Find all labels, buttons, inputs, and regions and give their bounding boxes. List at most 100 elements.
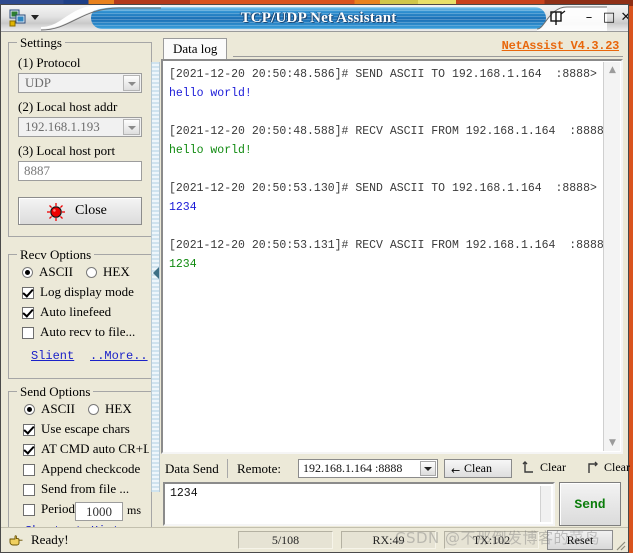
chevron-down-icon[interactable] [420, 461, 436, 476]
tab-strip: Data log NetAssist V4.3.23 [161, 36, 623, 60]
tab-data-log[interactable]: Data log [163, 38, 228, 60]
use-escape-chars-checkbox[interactable] [23, 424, 35, 436]
application-window: TCP/UDP Net Assistant – □ ✕ Settings (1)… [0, 4, 630, 553]
protocol-label: (1) Protocol [18, 55, 81, 70]
clear-send-label: Clear [604, 460, 630, 474]
clean-button[interactable]: ← Clean [444, 459, 512, 478]
local-host-addr-select[interactable]: 192.168.1.193 [18, 117, 142, 137]
chevron-down-icon[interactable] [123, 119, 140, 135]
log-display-mode-label: Log display mode [40, 284, 134, 299]
version-link[interactable]: NetAssist V4.3.23 [502, 39, 620, 53]
left-settings-panel: Settings (1) Protocol UDP (2) Local host… [8, 35, 152, 546]
reset-button[interactable]: Reset [547, 530, 613, 550]
send-hex-radio[interactable] [88, 404, 99, 415]
app-icon[interactable] [9, 9, 27, 27]
protocol-value: UDP [25, 75, 52, 90]
pin-icon[interactable] [547, 9, 567, 27]
clear-recv-button[interactable]: Clear [522, 459, 580, 478]
data-log-view[interactable]: [2021-12-20 20:50:48.586]# SEND ASCII TO… [161, 59, 623, 454]
clear-down-arrow-icon [522, 461, 533, 473]
panel-splitter[interactable] [151, 62, 160, 492]
log-display-mode-checkbox[interactable] [22, 287, 34, 299]
status-bar: Ready! 5/108 RX:49 TX:102 Reset [1, 527, 628, 552]
scroll-down-icon[interactable]: ▼ [604, 435, 621, 451]
send-area: 1234 Send [161, 482, 623, 527]
period-input[interactable]: 1000 [75, 502, 123, 521]
log-line-send: 1234 [169, 201, 197, 214]
send-from-file-checkbox[interactable] [23, 484, 35, 496]
local-host-port-value: 8887 [24, 163, 50, 178]
period-unit-label: ms [127, 503, 142, 517]
log-line-ts: [2021-12-20 20:50:53.130]# SEND ASCII TO… [169, 182, 597, 195]
scroll-up-icon[interactable]: ▲ [604, 62, 621, 78]
recv-hex-radio[interactable] [86, 267, 97, 278]
clean-button-label: Clean [464, 461, 492, 475]
status-tx-value: TX:102 [472, 533, 511, 547]
clear-send-button[interactable]: Clear [586, 459, 633, 478]
chevron-down-icon[interactable] [123, 75, 140, 91]
left-arrow-icon: ← [451, 464, 461, 477]
connection-toggle-button[interactable]: Close [18, 197, 142, 225]
send-button-label: Send [574, 497, 606, 512]
status-ready-text: Ready! [31, 532, 69, 547]
toolbar-divider [227, 459, 228, 478]
log-line-send: hello world! [169, 87, 252, 100]
append-checkcode-checkbox[interactable] [23, 464, 35, 476]
recv-ascii-radio[interactable] [22, 267, 33, 278]
recv-ascii-label: ASCII [39, 264, 73, 279]
led-indicator-icon [47, 203, 65, 221]
clear-recv-label: Clear [540, 460, 566, 474]
data-send-label: Data Send [165, 461, 219, 476]
log-line-ts: [2021-12-20 20:50:48.586]# SEND ASCII TO… [169, 68, 597, 81]
pointing-hand-icon [9, 535, 23, 546]
settings-group: Settings (1) Protocol UDP (2) Local host… [8, 35, 152, 237]
recv-hex-label: HEX [103, 264, 130, 279]
title-bar: TCP/UDP Net Assistant – □ ✕ [1, 5, 628, 32]
period-value: 1000 [86, 504, 112, 519]
log-line-recv: hello world! [169, 144, 252, 157]
remote-label: Remote: [237, 461, 282, 476]
send-text-input[interactable]: 1234 [163, 482, 555, 526]
local-host-port-input[interactable]: 8887 [18, 161, 142, 181]
send-text-value: 1234 [170, 487, 198, 500]
send-options-group: Send Options ASCII HEX Use escape chars … [8, 384, 152, 546]
local-host-addr-value: 192.168.1.193 [25, 119, 100, 134]
at-cmd-auto-crlf-label: AT CMD auto CR+LF [41, 441, 149, 456]
send-toolbar: Data Send Remote: 192.168.1.164 :8888 ← … [161, 459, 630, 481]
reset-button-label: Reset [566, 533, 594, 547]
auto-linefeed-checkbox[interactable] [22, 307, 34, 319]
minimize-button[interactable]: – [579, 8, 599, 27]
silent-link[interactable]: Slient [31, 349, 74, 363]
send-from-file-label: Send from file ... [41, 481, 130, 496]
close-window-button[interactable]: ✕ [616, 8, 628, 27]
status-rx-cell: RX:49 [341, 531, 436, 549]
local-host-addr-label: (2) Local host addr [18, 99, 118, 114]
send-button[interactable]: Send [559, 482, 621, 526]
settings-group-title: Settings [17, 35, 65, 51]
period-label: Period [41, 501, 75, 516]
auto-recv-to-file-checkbox[interactable] [22, 327, 34, 339]
use-escape-chars-label: Use escape chars [41, 421, 130, 436]
more-link[interactable]: ..More.. [90, 349, 148, 363]
data-log-scrollbar[interactable]: ▲ ▼ [603, 62, 620, 451]
connection-toggle-label: Close [75, 203, 107, 218]
send-ascii-radio[interactable] [24, 404, 35, 415]
period-checkbox[interactable] [23, 504, 35, 516]
auto-recv-to-file-label: Auto recv to file... [40, 324, 136, 339]
data-log-text: [2021-12-20 20:50:48.586]# SEND ASCII TO… [169, 65, 611, 274]
status-tx-cell: TX:102 [444, 531, 539, 549]
resize-grip-icon[interactable] [612, 537, 626, 551]
protocol-select[interactable]: UDP [18, 73, 142, 93]
right-content-panel: Data log NetAssist V4.3.23 [2021-12-20 2… [161, 36, 630, 526]
status-rx-value: RX:49 [372, 533, 405, 547]
send-hex-label: HEX [105, 401, 132, 416]
send-input-scrollbar[interactable] [540, 486, 551, 522]
remote-address-select[interactable]: 192.168.1.164 :8888 [298, 459, 438, 478]
log-line-blank [169, 103, 599, 122]
remote-address-value: 192.168.1.164 :8888 [303, 461, 403, 475]
chevron-down-icon[interactable] [31, 15, 39, 20]
log-line-ts: [2021-12-20 20:50:53.131]# RECV ASCII FR… [169, 239, 611, 252]
recv-options-group-title: Recv Options [17, 247, 95, 263]
collapse-left-arrow-icon[interactable] [153, 267, 159, 279]
at-cmd-auto-crlf-checkbox[interactable] [23, 444, 35, 456]
